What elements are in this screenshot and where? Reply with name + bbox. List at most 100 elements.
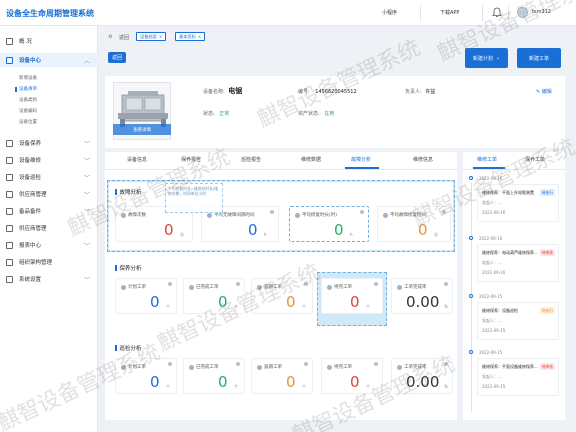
sidebar-item-maintenance[interactable]: 设备保养 ﹀: [0, 136, 98, 150]
tab-repair-data[interactable]: 维修数据: [301, 156, 321, 163]
store-icon: [6, 224, 13, 232]
sidebar-subitem-active[interactable]: 设备清单: [15, 86, 37, 92]
work-order-card[interactable]: 维修保养：平面上升轮毂装置 发起人：... 2022-09-16 待执行: [477, 184, 559, 222]
stat-unit: 个: [234, 304, 238, 309]
tab-repair-orders[interactable]: 维修工单: [477, 156, 497, 163]
sidebar-subitem[interactable]: 设备编码: [19, 108, 37, 114]
help-icon[interactable]: [304, 362, 308, 366]
stat-icon: [121, 285, 126, 290]
help-icon[interactable]: [360, 210, 364, 214]
help-icon[interactable]: [168, 282, 172, 286]
org-icon: [6, 258, 13, 266]
help-icon[interactable]: [444, 362, 448, 366]
sidebar-item-spare-parts[interactable]: 备品备件 ﹀: [0, 204, 98, 218]
sidebar-item-org[interactable]: 组织架构管理: [0, 255, 98, 269]
breadcrumb-back[interactable]: 返回: [119, 34, 129, 41]
sidebar-item-label: 设备保养: [19, 141, 42, 147]
device-owner-label: 负责人:: [405, 89, 422, 95]
help-icon[interactable]: [374, 362, 378, 366]
avatar[interactable]: [517, 7, 528, 18]
chevron-down-icon: ﹀: [84, 140, 91, 148]
view-details-caption[interactable]: 查看详情: [113, 124, 171, 135]
stat-value: 0.00: [406, 373, 440, 391]
filter-chip[interactable]: 基本资料 ×: [175, 32, 206, 41]
tab-fault-analysis[interactable]: 故障分析: [351, 156, 371, 163]
close-icon[interactable]: ×: [198, 34, 202, 39]
sidebar-item-device-center[interactable]: 设备中心 ︿: [0, 53, 98, 67]
chevron-down-icon: ﹀: [84, 191, 91, 199]
sidebar-item-settings[interactable]: 系统设置 ﹀: [0, 272, 98, 286]
download-app-link[interactable]: 下载APP: [440, 9, 459, 16]
sidebar-item-supplier[interactable]: 供应商管理 ﹀: [0, 187, 98, 201]
edit-label: 编辑: [541, 89, 552, 95]
tool-icon: [6, 156, 13, 164]
section-title: 巡检分析: [115, 344, 142, 352]
sidebar-item-inspection[interactable]: 设备巡检 ﹀: [0, 170, 98, 184]
create-plan-button[interactable]: 新建计划 ⌄: [465, 48, 508, 68]
stat-label: 故障次数: [128, 213, 146, 218]
work-order-card[interactable]: 维修保养：平面设备维修保养... 发起人：... 2022-09-15 待审核: [477, 358, 559, 396]
tab-maintenance-report[interactable]: 保养报告: [181, 156, 201, 163]
status-badge: 待执行: [539, 307, 555, 314]
device-icon: [6, 56, 13, 64]
edit-icon: ✎: [536, 89, 541, 95]
status-badge: 待执行: [539, 189, 555, 196]
stat-value: 0: [418, 221, 428, 239]
fault-analysis-section: 故障分析 故障次数 0 次 平均无故障间隔时间 0 h 平均修复时长(时) 0 …: [109, 182, 453, 250]
mini-program-link[interactable]: 小程序: [382, 9, 397, 16]
help-icon[interactable]: [304, 282, 308, 286]
help-icon[interactable]: [442, 210, 446, 214]
stat-card: 待完工单 0 个: [321, 358, 383, 394]
help-icon[interactable]: [374, 282, 378, 286]
help-icon[interactable]: [236, 362, 240, 366]
sidebar-item-repair[interactable]: 设备维修 ﹀: [0, 153, 98, 167]
help-icon[interactable]: [168, 362, 172, 366]
help-icon[interactable]: [444, 282, 448, 286]
sidebar-item-label: 设备中心: [19, 58, 42, 64]
sidebar-item-reports[interactable]: 报表中心 ﹀: [0, 238, 98, 252]
filter-chip-label: 基本资料: [179, 33, 196, 39]
sidebar-item-supplier-2[interactable]: 供应商管理: [0, 221, 98, 235]
work-order-title: 维修保养：平面上升轮毂装置: [482, 190, 534, 195]
timeline-dot: [469, 294, 473, 298]
filter-chip-label: 设备档案: [140, 33, 157, 39]
timeline-date: 2022-09-16: [479, 236, 503, 241]
sidebar-subitem[interactable]: 设备类别: [19, 97, 37, 103]
stat-label: 已完成工单: [196, 365, 219, 370]
tab-device-info[interactable]: 设备信息: [127, 156, 147, 163]
timeline-date: 2022-09-15: [479, 294, 503, 299]
sidebar-subitem[interactable]: 设备位置: [19, 119, 37, 125]
stat-label: 工单完成率: [404, 365, 427, 370]
sidebar-item-overview[interactable]: 概 况: [0, 34, 98, 48]
bell-icon[interactable]: [492, 7, 502, 18]
work-order-card[interactable]: 维修保养：设备巡检 发起人：... 2022-09-15 待执行: [477, 302, 559, 340]
create-order-button[interactable]: 新建工单: [517, 48, 561, 68]
stat-icon: [327, 285, 332, 290]
status-badge: 正常: [219, 111, 230, 117]
tab-inspection-report[interactable]: 巡检报告: [241, 156, 261, 163]
work-order-card[interactable]: 维修保养：电动葫芦维修保养... 发起人：... 2022-09-16 待审核: [477, 244, 559, 282]
tab-maintenance-orders[interactable]: 保养工单: [525, 156, 545, 163]
timeline-date: 2022-09-15: [479, 350, 503, 355]
chevron-up-icon: ︿: [84, 57, 91, 65]
timeline-dot: [469, 350, 473, 354]
stat-unit: 个: [366, 384, 370, 389]
user-name[interactable]: tsm312: [532, 9, 551, 15]
back-button[interactable]: 返回: [108, 52, 126, 63]
close-icon[interactable]: ×: [159, 34, 163, 39]
help-icon[interactable]: [270, 210, 274, 214]
sidebar-subitem[interactable]: 新增设备: [19, 75, 37, 81]
breadcrumb-back-icon[interactable]: ⟲: [108, 34, 112, 40]
work-order-person: 发起人：...: [482, 318, 502, 323]
stat-icon: [189, 285, 194, 290]
edit-button[interactable]: ✎ 编辑: [536, 88, 552, 95]
stat-icon: [257, 285, 262, 290]
sidebar-item-label: 概 况: [19, 39, 32, 45]
device-name-label: 设备名称:: [203, 89, 225, 95]
chevron-down-icon: ⌄: [495, 55, 501, 61]
tab-repair-info[interactable]: 维修信息: [413, 156, 433, 163]
stat-value: 0: [218, 293, 228, 311]
help-icon[interactable]: [236, 282, 240, 286]
sidebar-item-label: 系统设置: [19, 277, 42, 283]
filter-chip[interactable]: 设备档案 ×: [136, 32, 167, 41]
